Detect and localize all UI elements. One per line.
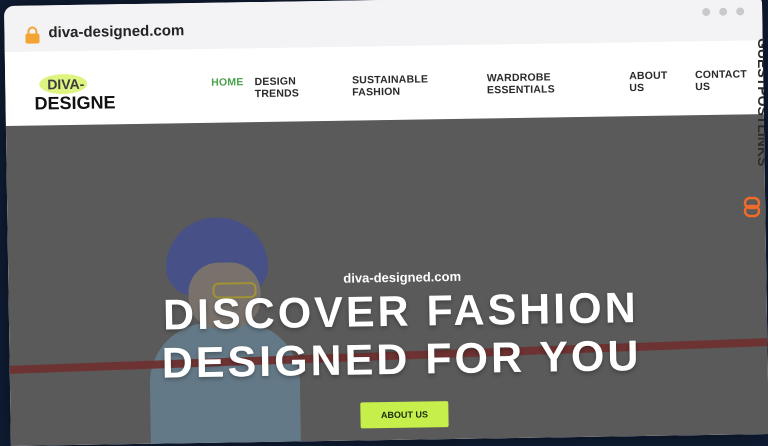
guestpostlinks-watermark: GUESTPOSTLINKS — [742, 38, 768, 238]
link-icon — [743, 196, 761, 218]
window-dot[interactable] — [736, 7, 745, 16]
watermark-text: GUESTPOSTLINKS — [755, 38, 764, 166]
nav-sustainable-fashion[interactable]: SUSTAINABLE FASHION — [352, 73, 476, 98]
hero-section: diva-designed.com DISCOVER FASHION DESIG… — [5, 114, 768, 446]
main-navigation: HOME DESIGN TRENDS SUSTAINABLE FASHION W… — [211, 68, 763, 101]
about-us-button[interactable]: ABOUT US — [360, 401, 449, 429]
site-header: DIVA- DESIGNED HOME DESIGN TRENDS SUSTAI… — [4, 40, 764, 126]
address-bar-url[interactable]: diva-designed.com — [48, 22, 184, 41]
nav-wardrobe-essentials[interactable]: WARDROBE ESSENTIALS — [487, 70, 619, 96]
hero-title-line1: DISCOVER FASHION — [162, 284, 640, 340]
hero-site-name: diva-designed.com — [343, 268, 462, 286]
hero-title: DISCOVER FASHION DESIGNED FOR YOU — [131, 284, 672, 388]
lock-icon — [24, 26, 40, 49]
hero-title-line2: DESIGNED FOR YOU — [161, 332, 642, 388]
nav-about-us[interactable]: ABOUT US — [629, 69, 684, 95]
window-dot[interactable] — [719, 7, 728, 16]
window-dot[interactable] — [702, 7, 711, 17]
browser-window: diva-designed.com DIVA- DESIGNED HOME DE… — [4, 0, 768, 446]
site-logo[interactable]: DIVA- DESIGNED — [33, 70, 129, 115]
nav-home[interactable]: HOME — [211, 76, 244, 101]
window-controls — [702, 7, 745, 17]
logo-bottom-text: DESIGNED — [34, 92, 115, 113]
nav-design-trends[interactable]: DESIGN TRENDS — [254, 75, 341, 100]
logo-top-text: DIVA- — [47, 76, 85, 93]
